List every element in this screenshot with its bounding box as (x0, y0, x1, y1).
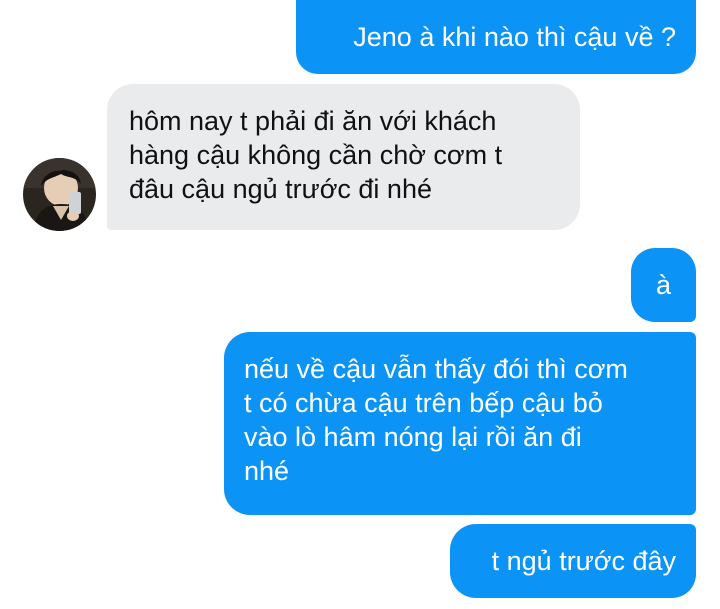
message-bubble-sent[interactable]: t ngủ trước đây (450, 524, 696, 598)
message-bubble-received[interactable]: hôm nay t phải đi ăn với khách hàng cậu … (107, 84, 580, 230)
message-bubble-sent[interactable]: Jeno à khi nào thì cậu về ? (296, 0, 696, 74)
message-bubble-sent[interactable]: à (631, 248, 696, 322)
contact-avatar-photo-icon (23, 158, 96, 231)
message-bubble-sent[interactable]: nếu về cậu vẫn thấy đói thì cơm t có chừ… (224, 332, 696, 515)
contact-avatar[interactable] (23, 158, 96, 231)
